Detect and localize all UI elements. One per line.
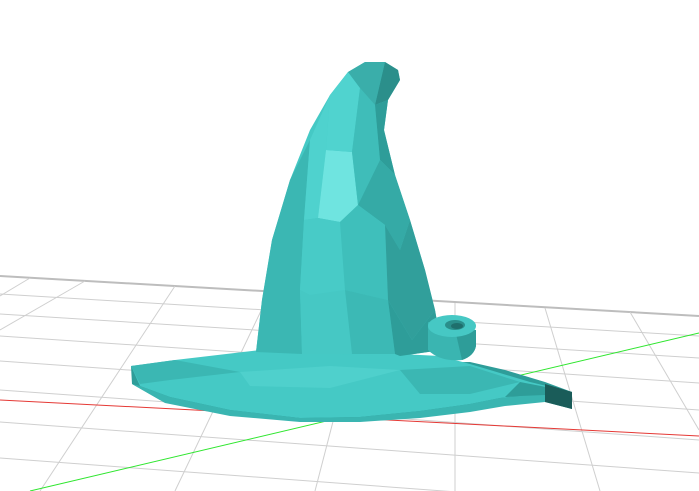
wizard-hat-model[interactable] [131, 62, 572, 422]
hat-cone-facet [300, 290, 352, 354]
grid-line [629, 311, 699, 431]
hat-peg-hole-inner [451, 323, 463, 329]
grid-line [0, 457, 451, 491]
3d-viewport[interactable] [0, 0, 699, 491]
hat-cone-facet [300, 218, 345, 295]
grid-line [0, 277, 31, 297]
scene-canvas[interactable] [0, 0, 699, 491]
